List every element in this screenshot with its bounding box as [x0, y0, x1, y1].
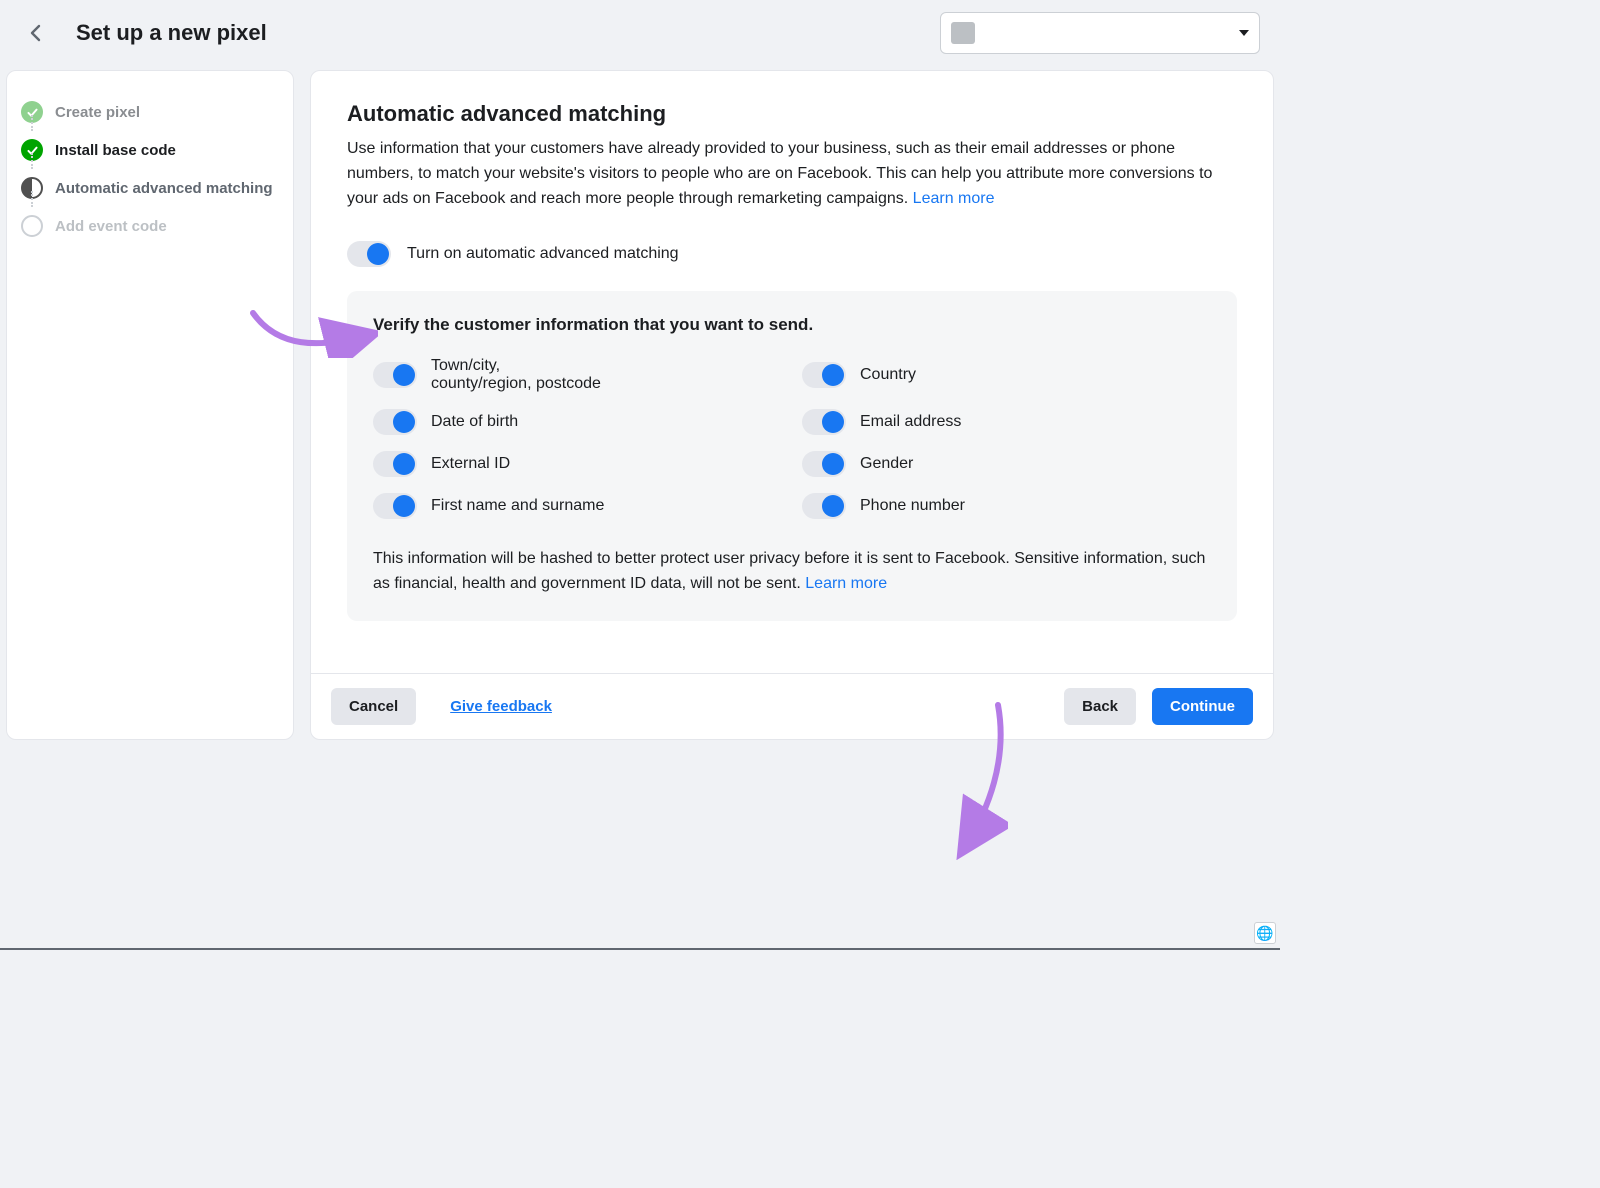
verify-item-label: External ID — [431, 455, 510, 473]
step-automatic-advanced-matching[interactable]: Automatic advanced matching — [21, 169, 279, 207]
account-selector[interactable] — [940, 12, 1260, 54]
verify-item-label: Town/city, county/region, postcode — [431, 357, 601, 393]
verify-item-gender: Gender — [802, 451, 1211, 477]
verify-panel: Verify the customer information that you… — [347, 291, 1237, 621]
verify-note: This information will be hashed to bette… — [373, 547, 1211, 597]
toggle-phone[interactable] — [802, 493, 846, 519]
verify-item-label: First name and surname — [431, 497, 604, 515]
page-title: Set up a new pixel — [76, 20, 916, 46]
account-thumbnail-icon — [951, 22, 975, 44]
toggle-country[interactable] — [802, 362, 846, 388]
verify-item-name: First name and surname — [373, 493, 782, 519]
give-feedback-link[interactable]: Give feedback — [432, 688, 570, 725]
step-install-base-code[interactable]: Install base code — [21, 131, 279, 169]
cancel-button[interactable]: Cancel — [331, 688, 416, 725]
section-description: Use information that your customers have… — [347, 137, 1237, 211]
verify-item-external-id: External ID — [373, 451, 782, 477]
back-arrow-button[interactable] — [20, 17, 52, 49]
learn-more-link[interactable]: Learn more — [805, 575, 887, 592]
empty-circle-icon — [21, 215, 43, 237]
verify-item-town-city: Town/city, county/region, postcode — [373, 357, 782, 393]
verify-item-label: Phone number — [860, 497, 965, 515]
verify-item-phone: Phone number — [802, 493, 1211, 519]
verify-item-label: Gender — [860, 455, 913, 473]
main-panel: Automatic advanced matching Use informat… — [310, 70, 1274, 740]
toggle-email[interactable] — [802, 409, 846, 435]
main-toggle-label: Turn on automatic advanced matching — [407, 245, 679, 263]
annotation-arrow-icon — [248, 308, 378, 358]
caret-down-icon — [1239, 30, 1249, 36]
toggle-name[interactable] — [373, 493, 417, 519]
footer-actions: Cancel Give feedback Back Continue — [311, 673, 1273, 739]
globe-icon: 🌐 — [1254, 922, 1276, 944]
main-toggle[interactable] — [347, 241, 391, 267]
step-label: Automatic advanced matching — [55, 180, 273, 197]
section-description-text: Use information that your customers have… — [347, 140, 1212, 207]
verify-note-text: This information will be hashed to bette… — [373, 550, 1205, 592]
section-title: Automatic advanced matching — [347, 101, 1237, 127]
back-button[interactable]: Back — [1064, 688, 1136, 725]
toggle-town-city[interactable] — [373, 362, 417, 388]
steps-sidebar: Create pixel Install base code Automatic… — [6, 70, 294, 740]
step-label: Create pixel — [55, 104, 140, 121]
step-label: Install base code — [55, 142, 176, 159]
continue-button[interactable]: Continue — [1152, 688, 1253, 725]
learn-more-link[interactable]: Learn more — [913, 190, 995, 207]
step-add-event-code[interactable]: Add event code — [21, 207, 279, 245]
verify-title: Verify the customer information that you… — [373, 315, 1211, 335]
toggle-dob[interactable] — [373, 409, 417, 435]
verify-item-country: Country — [802, 357, 1211, 393]
verify-item-label: Country — [860, 366, 916, 384]
verify-item-label: Email address — [860, 413, 961, 431]
chevron-left-icon — [26, 23, 46, 43]
verify-item-label: Date of birth — [431, 413, 518, 431]
annotation-arrow-icon — [948, 700, 1008, 860]
verify-item-dob: Date of birth — [373, 409, 782, 435]
toggle-gender[interactable] — [802, 451, 846, 477]
step-create-pixel[interactable]: Create pixel — [21, 93, 279, 131]
step-label: Add event code — [55, 218, 167, 235]
verify-item-email: Email address — [802, 409, 1211, 435]
toggle-external-id[interactable] — [373, 451, 417, 477]
